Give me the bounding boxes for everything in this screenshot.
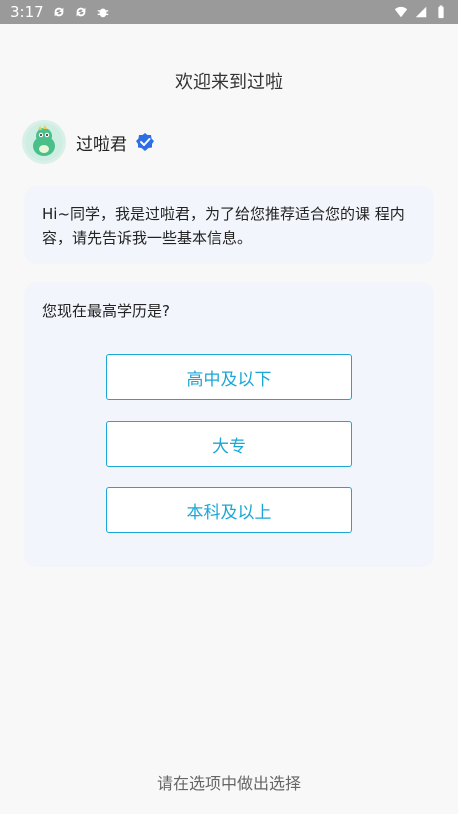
assistant-name: 过啦君 (76, 134, 127, 155)
option-bachelor-above[interactable]: 本科及以上 (106, 487, 352, 533)
option-high-school[interactable]: 高中及以下 (106, 354, 352, 400)
status-bar: 3:17 (0, 0, 458, 24)
status-left: 3:17 (10, 3, 110, 21)
page-title: 欢迎来到过啦 (175, 72, 283, 93)
question-text: 您现在最高学历是? (42, 302, 170, 320)
wifi-icon (394, 6, 408, 18)
sync-icon (76, 7, 86, 17)
battery-icon (438, 5, 444, 19)
sync-icon (54, 7, 64, 17)
question-card: 您现在最高学历是? 高中及以下 大专 本科及以上 (24, 282, 434, 567)
avatar (22, 120, 66, 164)
dinosaur-mascot-icon (25, 123, 63, 161)
assistant-profile: 过啦君 (22, 120, 155, 164)
status-time: 3:17 (10, 3, 44, 21)
verified-check-icon (136, 133, 154, 151)
signal-icon (415, 6, 427, 18)
intro-message-card: Hi~同学，我是过啦君，为了给您推荐适合您的课 程内容，请先告诉我一些基本信息。 (24, 186, 434, 264)
status-right (394, 5, 448, 19)
footer-hint: 请在选项中做出选择 (156, 774, 301, 793)
option-junior-college[interactable]: 大专 (106, 421, 352, 467)
intro-message-text: Hi~同学，我是过啦君，为了给您推荐适合您的课 程内容，请先告诉我一些基本信息。 (42, 205, 405, 247)
bug-icon (97, 8, 108, 18)
